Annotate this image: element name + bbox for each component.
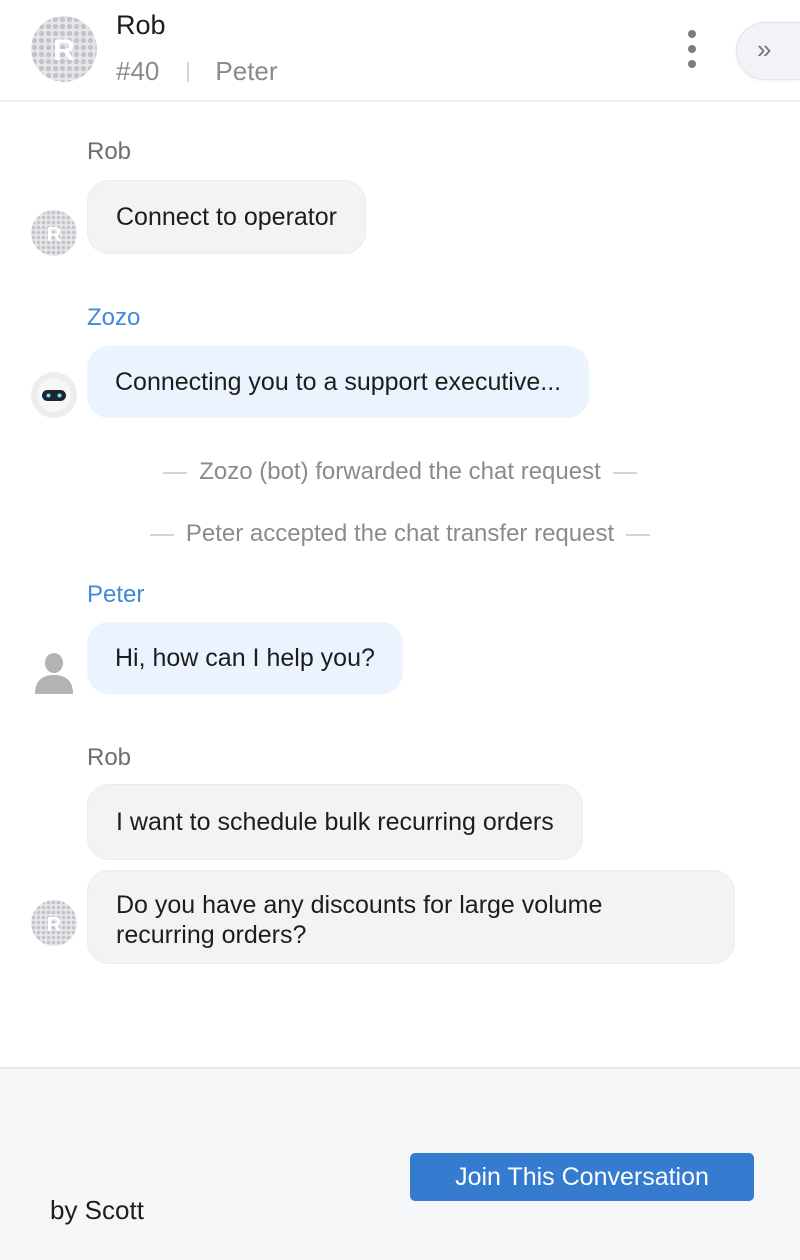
message-bubble: Connect to operator — [87, 180, 366, 254]
dash — [612, 471, 637, 474]
message-bubble: Hi, how can I help you? — [87, 622, 403, 694]
chat-transcript[interactable]: Rob Connect to operator R Zozo Connectin… — [0, 104, 800, 1068]
user-avatar: R — [31, 210, 77, 256]
message-sender: Peter — [87, 581, 145, 608]
system-event-text: Zozo (bot) forwarded the chat request — [199, 458, 601, 485]
message-text: Do you have any discounts for large volu… — [116, 891, 603, 949]
message-text: Connecting you to a support executive... — [115, 368, 562, 396]
message-bubble: I want to schedule bulk recurring orders — [87, 784, 583, 860]
svg-text:R: R — [47, 224, 62, 246]
kebab-menu-icon — [688, 30, 696, 38]
message-text: I want to schedule bulk recurring orders — [116, 808, 554, 836]
contact-avatar-image: R — [31, 16, 97, 82]
person-silhouette-icon — [35, 653, 73, 694]
by-line: by Scott — [50, 1195, 144, 1225]
chat-header: R Rob #40 Peter » — [0, 0, 800, 102]
message-sender: Zozo — [87, 304, 141, 331]
robot-icon — [31, 372, 77, 418]
double-chevron-right-icon: » — [757, 34, 772, 64]
assigned-agent: Peter — [215, 56, 278, 86]
dash — [626, 533, 651, 536]
avatar-initial: R — [53, 34, 75, 67]
system-event: Peter accepted the chat transfer request — [0, 520, 800, 548]
message-sender: Rob — [87, 744, 132, 771]
message-bubble: Connecting you to a support executive... — [87, 346, 590, 418]
message-bubble: Do you have any discounts for large volu… — [87, 870, 735, 964]
conversation-footer: Join This Conversation by Scott — [0, 1067, 800, 1260]
message-text: Hi, how can I help you? — [115, 644, 375, 672]
contact-avatar[interactable]: R — [31, 16, 97, 82]
expand-panel-button[interactable]: » — [736, 22, 800, 80]
dash — [149, 533, 174, 536]
system-event: Zozo (bot) forwarded the chat request — [0, 458, 800, 486]
message-sender: Rob — [87, 138, 132, 165]
system-event-text: Peter accepted the chat transfer request — [185, 520, 615, 547]
dash — [163, 471, 188, 474]
message-text: Connect to operator — [116, 203, 337, 231]
user-avatar: R — [31, 900, 77, 946]
meta-divider — [187, 61, 190, 82]
conversation-meta: #40 Peter — [116, 56, 278, 87]
bot-avatar — [31, 372, 77, 418]
ticket-number: #40 — [116, 56, 160, 86]
agent-avatar — [31, 648, 77, 694]
more-options-button[interactable] — [682, 30, 702, 68]
contact-name: Rob — [116, 10, 166, 40]
kebab-dot — [688, 45, 696, 53]
svg-text:R: R — [47, 914, 62, 936]
kebab-dot — [688, 60, 696, 68]
join-conversation-button[interactable]: Join This Conversation — [410, 1153, 754, 1201]
